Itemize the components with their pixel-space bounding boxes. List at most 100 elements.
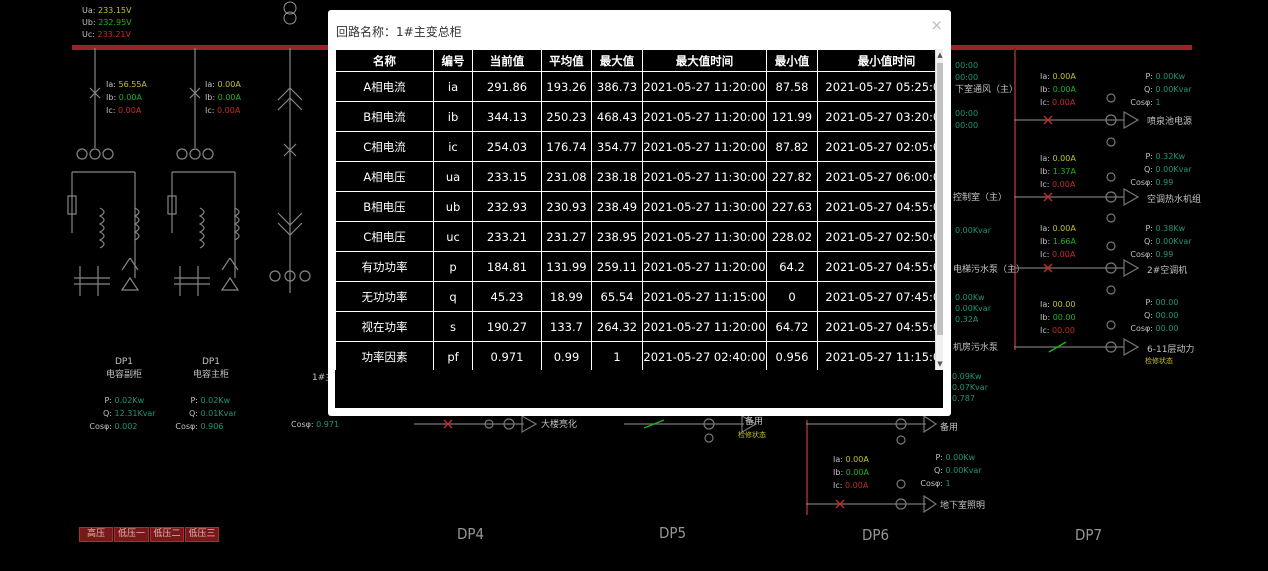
table-cell: 230.93 [541,191,592,222]
table-cell: 354.77 [591,131,643,162]
table-cell: 131.99 [541,251,592,282]
table-cell: 228.02 [766,221,818,252]
table-cell: 1 [591,341,643,370]
table-cell: 238.18 [591,161,643,192]
table-cell: 291.86 [472,71,542,102]
table-cell: 视在功率 [335,311,434,342]
table-cell: 2021-05-27 02:40:00 [642,341,767,370]
table-cell: 468.43 [591,101,643,132]
table-cell: ua [433,161,473,192]
table-cell: 2021-05-27 04:55:00 [817,191,943,222]
table-row: 无功功率 q 45.23 18.99 65.54 2021-05-27 11:15:00 0… [335,281,943,312]
table-cell: 254.03 [472,131,542,162]
table-cell: 233.15 [472,161,542,192]
table-cell: 2021-05-27 11:20:00 [642,71,767,102]
table-cell: 227.82 [766,161,818,192]
table-cell: pf [433,341,473,370]
table-cell: 344.13 [472,101,542,132]
modal-title: 回路名称：1#主变总柜 [336,25,462,39]
table-cell: 2021-05-27 02:05:00 [817,131,943,162]
table-cell: 2021-05-27 11:15:00 [817,341,943,370]
table-cell: 2021-05-27 11:30:00 [642,221,767,252]
scroll-thumb[interactable] [937,63,943,335]
table-cell: ib [433,101,473,132]
table-cell: 0.956 [766,341,818,370]
close-icon[interactable]: × [930,16,943,34]
table-cell: 231.08 [541,161,592,192]
scroll-down-icon[interactable]: ▼ [936,359,943,369]
table-cell: 190.27 [472,311,542,342]
table-cell: s [433,311,473,342]
table-cell: 2021-05-27 11:20:00 [642,311,767,342]
table-cell: 2021-05-27 03:20:00 [817,101,943,132]
table-scrollbar[interactable]: ▲ ▼ [935,49,943,370]
table-cell: 121.99 [766,101,818,132]
table-cell: 0.971 [472,341,542,370]
table-cell: 2021-05-27 11:20:00 [642,131,767,162]
table-cell: 386.73 [591,71,643,102]
table-cell: 2021-05-27 11:20:00 [642,251,767,282]
table-cell: ub [433,191,473,222]
table-cell: B相电压 [335,191,434,222]
table-cell: A相电压 [335,161,434,192]
table-cell: 2021-05-27 11:30:00 [642,161,767,192]
table-cell: 45.23 [472,281,542,312]
table-cell: 87.82 [766,131,818,162]
table-cell: 64.2 [766,251,818,282]
table-cell: 2021-05-27 02:50:00 [817,221,943,252]
table-row: A相电压 ua 233.15 231.08 238.18 2021-05-27 11:30… [335,161,943,192]
table-cell: 2021-05-27 04:55:00 [817,251,943,282]
stats-table: 名称 编号 当前值 平均值 最大值 最大值时间 最小值 最小值时间 A相电流 ia… [335,49,943,370]
table-cell: ia [433,71,473,102]
table-row: C相电压 uc 233.21 231.27 238.95 2021-05-27 11:30… [335,221,943,252]
table-cell: uc [433,221,473,252]
table-row: B相电压 ub 232.93 230.93 238.49 2021-05-27 11:30… [335,191,943,222]
table-cell: 184.81 [472,251,542,282]
scroll-up-icon[interactable]: ▲ [936,50,943,60]
table-cell: 232.93 [472,191,542,222]
table-cell: 193.26 [541,71,592,102]
table-cell: B相电流 [335,101,434,132]
table-cell: 176.74 [541,131,592,162]
col-header: 最小值 [766,49,818,72]
table-cell: 64.72 [766,311,818,342]
table-cell: 2021-05-27 06:00:00 [817,161,943,192]
table-cell: 0 [766,281,818,312]
col-header: 当前值 [472,49,542,72]
table-cell: A相电流 [335,71,434,102]
table-cell: 259.11 [591,251,643,282]
table-header-row: 名称 编号 当前值 平均值 最大值 最大值时间 最小值 最小值时间 [335,49,943,72]
col-header: 最大值时间 [642,49,767,72]
table-cell: C相电压 [335,221,434,252]
table-cell: 133.7 [541,311,592,342]
table-row: C相电流 ic 254.03 176.74 354.77 2021-05-27 11:20… [335,131,943,162]
table-cell: 18.99 [541,281,592,312]
col-header: 名称 [335,49,434,72]
table-cell: 238.49 [591,191,643,222]
table-cell: q [433,281,473,312]
table-cell: 2021-05-27 11:15:00 [642,281,767,312]
table-row: A相电流 ia 291.86 193.26 386.73 2021-05-27 11:20… [335,71,943,102]
table-cell: 2021-05-27 11:30:00 [642,191,767,222]
table-cell: 227.63 [766,191,818,222]
table-cell: 有功功率 [335,251,434,282]
modal-footer-area [335,370,943,408]
table-row: 视在功率 s 190.27 133.7 264.32 2021-05-27 11:20:0… [335,311,943,342]
table-row: 有功功率 p 184.81 131.99 259.11 2021-05-27 11:20:… [335,251,943,282]
col-header: 编号 [433,49,473,72]
stats-table-container[interactable]: 名称 编号 当前值 平均值 最大值 最大值时间 最小值 最小值时间 A相电流 ia… [335,49,943,370]
table-cell: 2021-05-27 05:25:00 [817,71,943,102]
table-cell: 65.54 [591,281,643,312]
table-cell: 2021-05-27 04:55:00 [817,311,943,342]
table-row: B相电流 ib 344.13 250.23 468.43 2021-05-27 11:20… [335,101,943,132]
table-cell: ic [433,131,473,162]
table-cell: p [433,251,473,282]
table-cell: 2021-05-27 07:45:00 [817,281,943,312]
table-cell: 功率因素 [335,341,434,370]
table-cell: 0.99 [541,341,592,370]
col-header: 最小值时间 [817,49,943,72]
table-cell: 231.27 [541,221,592,252]
table-cell: C相电流 [335,131,434,162]
table-cell: 87.58 [766,71,818,102]
col-header: 平均值 [541,49,592,72]
